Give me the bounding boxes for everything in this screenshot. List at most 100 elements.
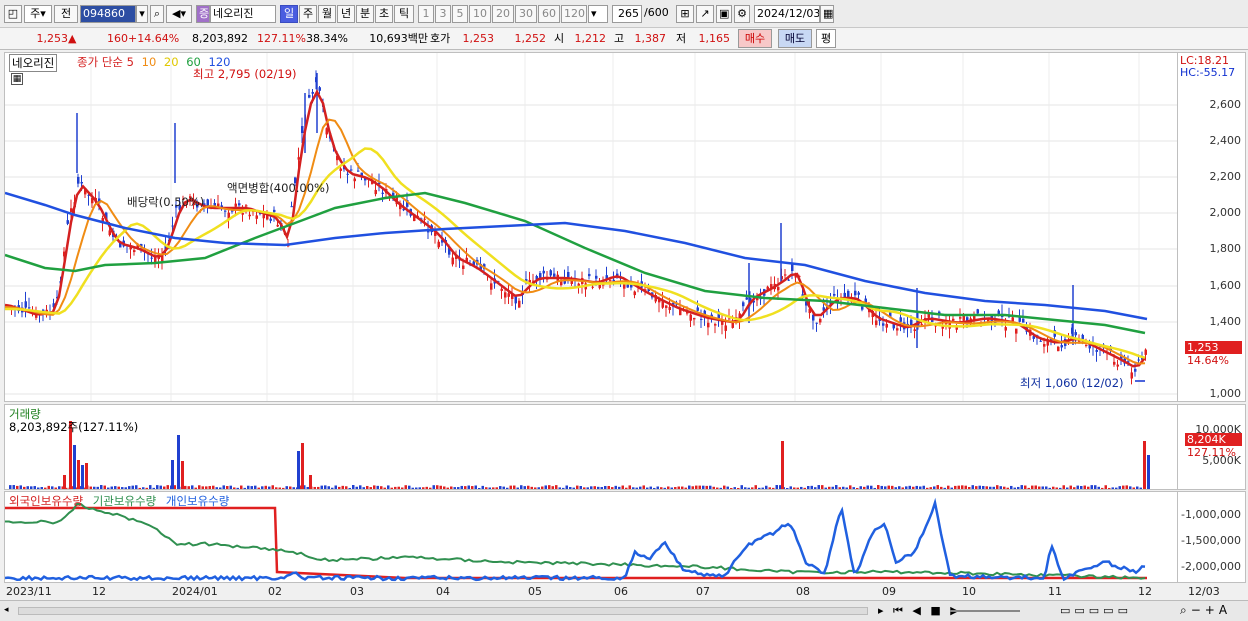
zoom-icon[interactable]: ⌕−+A — [1180, 603, 1231, 618]
volume-bar — [404, 485, 407, 489]
interval-20[interactable]: 20 — [492, 5, 514, 23]
chart-type-icon[interactable]: ⊞ — [676, 5, 694, 23]
zoom-slider[interactable] — [950, 610, 1020, 612]
volume-bar — [51, 486, 54, 489]
x-axis-right-label: 12/03 — [1188, 585, 1220, 598]
candle-body — [976, 309, 979, 314]
volume-bar — [1041, 486, 1044, 489]
volume-bar — [758, 487, 761, 489]
volume-bar — [506, 487, 509, 489]
candle-body — [742, 302, 745, 307]
period-year[interactable]: 년 — [337, 5, 355, 23]
stock-code-input[interactable]: 094860 — [80, 5, 136, 23]
volume-bar — [23, 486, 26, 489]
volume-bar — [985, 486, 988, 489]
volume-bar — [593, 486, 596, 489]
interval-5[interactable]: 5 — [452, 5, 468, 23]
count-input[interactable]: 265 — [612, 5, 642, 23]
volume-chart-canvas[interactable] — [5, 405, 1177, 489]
volume-bar — [453, 487, 456, 489]
volume-bar — [803, 487, 806, 489]
code-dropdown-icon[interactable]: ▾ — [136, 5, 148, 23]
period-minute[interactable]: 분 — [356, 5, 374, 23]
volume-spike — [63, 475, 66, 489]
candle-body — [896, 328, 899, 331]
interval-10[interactable]: 10 — [469, 5, 491, 23]
interval-3[interactable]: 3 — [435, 5, 451, 23]
search-icon[interactable]: ⌕ — [150, 5, 164, 23]
volume-bar — [600, 487, 603, 489]
volume-bar — [240, 485, 243, 489]
volume-panel[interactable]: 거래량 8,203,892주(127.11%) — [4, 404, 1178, 490]
volume-bar — [558, 487, 561, 489]
view-tool-icons[interactable]: ▭▭▭▭▭ — [1060, 604, 1132, 617]
table-icon[interactable]: ▦ — [11, 73, 23, 85]
period-type-select[interactable]: 주▾ — [24, 5, 52, 23]
interval-60[interactable]: 60 — [538, 5, 560, 23]
candle-body — [679, 309, 682, 316]
volume-bar — [138, 487, 141, 489]
horizontal-scrollbar[interactable] — [18, 607, 868, 615]
y-tick: 1,000 — [1209, 387, 1242, 400]
holdings-axis[interactable]: -1,000,000 -1,500,000 -2,000,000 — [1178, 491, 1246, 583]
volume-bar — [698, 485, 701, 489]
volume-bar — [796, 487, 799, 489]
candle-body — [507, 293, 510, 297]
candle-body — [1074, 332, 1077, 336]
period-month[interactable]: 월 — [318, 5, 336, 23]
volume-bar — [1101, 487, 1104, 489]
period-day[interactable]: 일 — [280, 5, 298, 23]
candle-body — [1015, 328, 1018, 334]
candle-body — [777, 287, 780, 291]
volume-bar — [100, 485, 103, 489]
period-tick[interactable]: 틱 — [394, 5, 414, 23]
scroll-left-icon[interactable]: ◂ — [4, 605, 14, 617]
stock-label[interactable]: 네오리진 — [9, 54, 58, 72]
period-week[interactable]: 주 — [299, 5, 317, 23]
volume-bar — [852, 487, 855, 489]
volume-bar — [765, 485, 768, 489]
volume-spike — [297, 451, 300, 489]
save-icon[interactable]: ▣ — [716, 5, 732, 23]
holdings-panel[interactable]: 외국인보유수량 기관보유수량 개인보유수량 — [4, 491, 1178, 583]
volume-bar — [96, 486, 99, 489]
interval-120[interactable]: 120 — [561, 5, 587, 23]
sound-icon[interactable]: ◀▾ — [166, 5, 192, 23]
interval-30[interactable]: 30 — [515, 5, 537, 23]
x-axis-label: 08 — [796, 585, 810, 598]
volume-bar — [156, 485, 159, 489]
draw-tool-icon[interactable]: ↗ — [696, 5, 714, 23]
volume-bar — [1010, 485, 1013, 489]
gear-icon[interactable]: ⚙ — [734, 5, 750, 23]
chart-menu-icon[interactable]: ◰ — [4, 5, 22, 23]
period-second[interactable]: 초 — [375, 5, 393, 23]
x-axis-label: 07 — [696, 585, 710, 598]
holdings-legend[interactable]: 외국인보유수량 기관보유수량 개인보유수량 — [9, 493, 229, 509]
candle-body — [1057, 346, 1060, 352]
candle-body — [1022, 318, 1025, 323]
x-axis-label: 11 — [1048, 585, 1062, 598]
volume-bar — [1111, 487, 1114, 489]
price-chart-panel[interactable]: 네오리진 종가 단순 5 10 20 60 120 ▦ 최고 2,795 (02… — [4, 52, 1178, 402]
interval-1[interactable]: 1 — [418, 5, 434, 23]
candle-body — [353, 178, 356, 182]
calendar-icon[interactable]: ▦ — [820, 5, 834, 23]
buy-button[interactable]: 매수 — [738, 29, 772, 48]
date-field[interactable]: 2024/12/03 — [754, 5, 820, 23]
volume-bar — [460, 485, 463, 489]
stock-name-field[interactable]: 네오리진 — [210, 5, 276, 23]
price-chart-canvas[interactable] — [5, 53, 1177, 401]
volume-bar — [870, 485, 873, 489]
volume-bar — [961, 485, 964, 489]
prev-button[interactable]: 전 — [54, 5, 78, 23]
volume-bar — [663, 487, 666, 489]
eval-button[interactable]: 평 — [816, 29, 836, 48]
candle-body — [815, 322, 818, 324]
candle-body — [1085, 344, 1088, 346]
sell-button[interactable]: 매도 — [778, 29, 812, 48]
volume-bar — [768, 487, 771, 489]
volume-bar — [999, 486, 1002, 489]
volume-bar — [674, 487, 677, 489]
volume-bar — [607, 485, 610, 489]
interval-dropdown[interactable]: ▾ — [588, 5, 608, 23]
